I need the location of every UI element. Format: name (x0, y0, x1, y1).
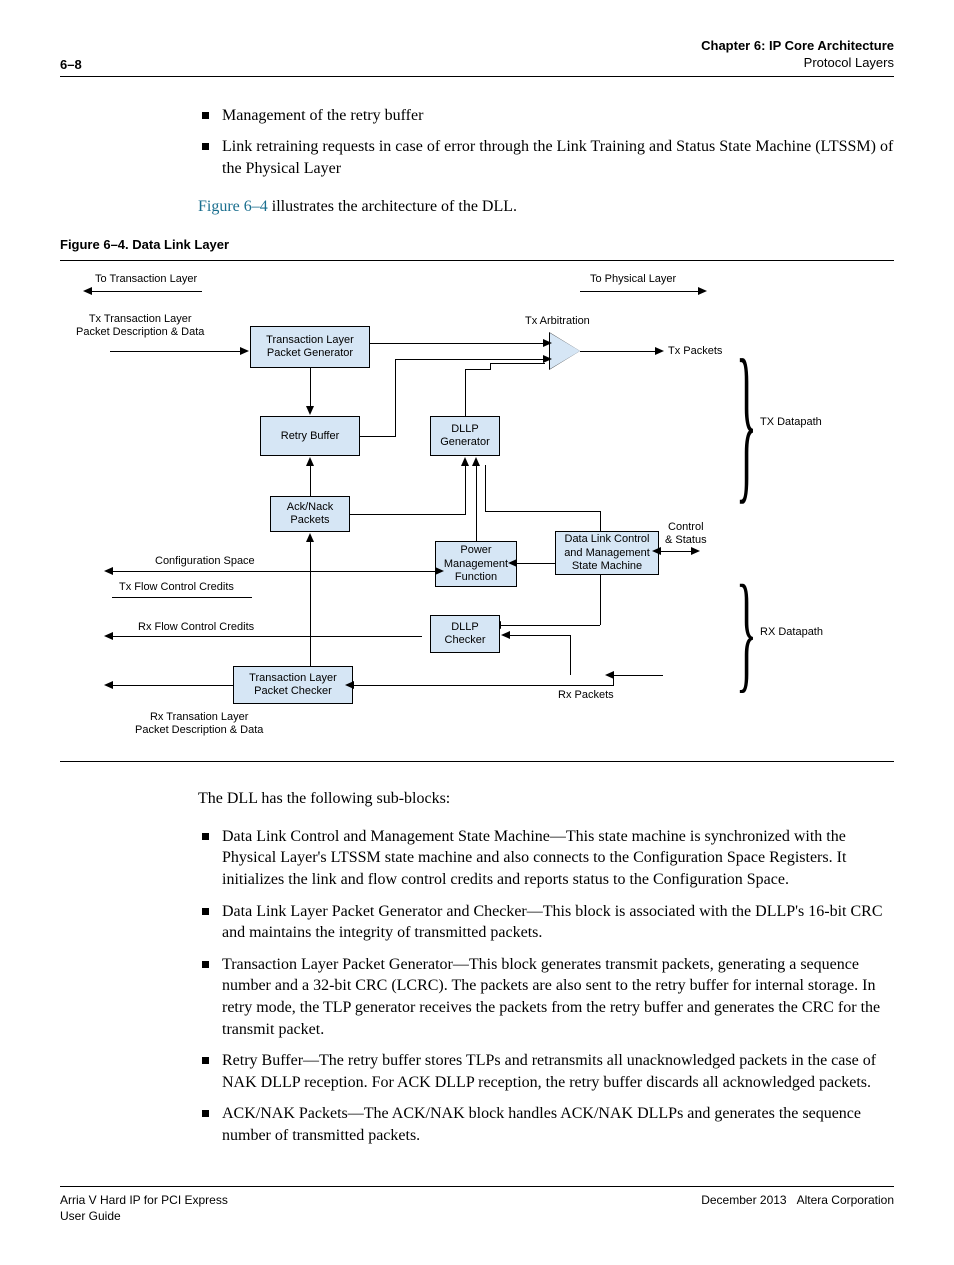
figure-reference-line: Figure 6–4 illustrates the architecture … (198, 196, 894, 218)
footer-left: Arria V Hard IP for PCI Express User Gui… (60, 1193, 228, 1224)
label-config-space: Configuration Space (155, 555, 255, 568)
sub-blocks-list: Data Link Control and Management State M… (198, 826, 894, 1147)
section-title: Protocol Layers (701, 55, 894, 72)
label-tx-flow: Tx Flow Control Credits (119, 581, 234, 594)
page-number: 6–8 (60, 57, 82, 72)
page-header: 6–8 Chapter 6: IP Core Architecture Prot… (60, 38, 894, 77)
box-dllp-generator: DLLP Generator (430, 416, 500, 456)
figure-ref-rest: illustrates the architecture of the DLL. (268, 198, 517, 215)
footer-doc-subtitle: User Guide (60, 1209, 228, 1225)
footer-right: December 2013 Altera Corporation (701, 1193, 894, 1224)
list-item: Data Link Layer Packet Generator and Che… (198, 901, 894, 944)
list-item: ACK/NAK Packets—The ACK/NAK block handle… (198, 1103, 894, 1146)
list-item: Retry Buffer—The retry buffer stores TLP… (198, 1050, 894, 1093)
figure-link[interactable]: Figure 6–4 (198, 198, 268, 215)
top-bullet-list: Management of the retry buffer Link retr… (198, 105, 894, 180)
label-rx-packets: Rx Packets (558, 689, 614, 702)
box-tlp-generator: Transaction Layer Packet Generator (250, 326, 370, 368)
label-rx-datapath: RX Datapath (760, 626, 823, 639)
label-to-physical: To Physical Layer (590, 273, 676, 286)
box-retry-buffer: Retry Buffer (260, 416, 360, 456)
label-rx-flow: Rx Flow Control Credits (138, 621, 254, 634)
figure-container: To Transaction Layer To Physical Layer T… (60, 260, 894, 762)
footer-doc-title: Arria V Hard IP for PCI Express (60, 1193, 228, 1209)
label-to-transaction: To Transaction Layer (95, 273, 197, 286)
header-right: Chapter 6: IP Core Architecture Protocol… (701, 38, 894, 72)
figure-caption: Figure 6–4. Data Link Layer (60, 237, 894, 252)
label-tx-tlp-desc: Tx Transaction Layer Packet Description … (76, 313, 204, 339)
label-tx-packets: Tx Packets (668, 345, 722, 358)
list-item: Data Link Control and Management State M… (198, 826, 894, 891)
sub-blocks-intro: The DLL has the following sub-blocks: (198, 788, 894, 810)
label-control-status: Control & Status (665, 521, 707, 547)
data-link-layer-diagram: To Transaction Layer To Physical Layer T… (60, 271, 894, 751)
box-power-mgmt: Power Management Function (435, 541, 517, 587)
box-ack-nack: Ack/Nack Packets (270, 496, 350, 532)
label-tx-arbitration: Tx Arbitration (525, 315, 590, 328)
list-item: Management of the retry buffer (198, 105, 894, 127)
box-dllp-checker: DLLP Checker (430, 615, 500, 653)
box-tlp-checker: Transaction Layer Packet Checker (233, 666, 353, 704)
list-item: Transaction Layer Packet Generator—This … (198, 954, 894, 1040)
label-rx-tlp-desc: Rx Transation Layer Packet Description &… (135, 711, 263, 737)
label-tx-datapath: TX Datapath (760, 416, 822, 429)
page-footer: Arria V Hard IP for PCI Express User Gui… (60, 1186, 894, 1224)
chapter-title: Chapter 6: IP Core Architecture (701, 38, 894, 55)
box-dlcm: Data Link Control and Management State M… (555, 531, 659, 575)
list-item: Link retraining requests in case of erro… (198, 136, 894, 179)
